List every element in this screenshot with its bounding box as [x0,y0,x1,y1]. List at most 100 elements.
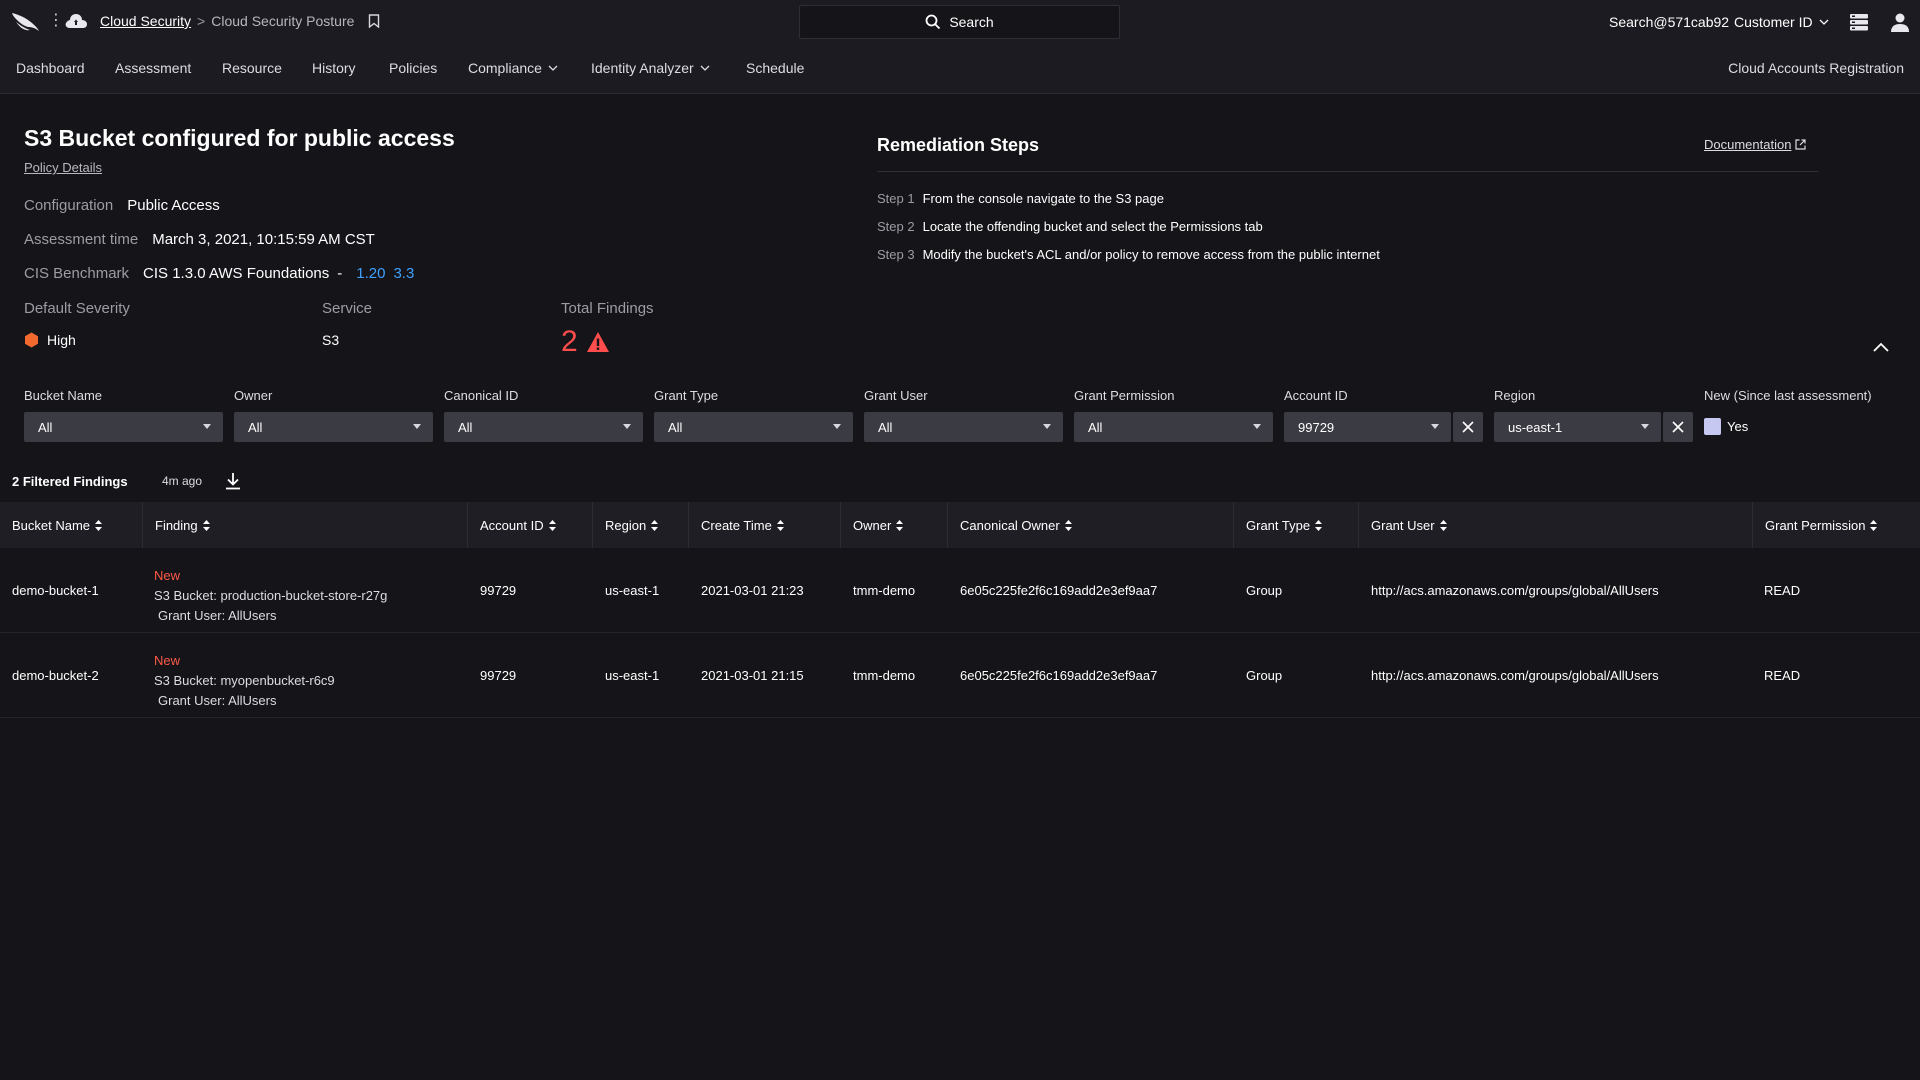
breadcrumb-cloud-security[interactable]: Cloud Security [100,13,191,29]
default-severity-label: Default Severity [24,300,130,317]
filter-label-owner: Owner [234,388,273,403]
top-bar: ⋮ Cloud Security > Cloud Security Postur… [0,0,1920,44]
main-nav: Dashboard Assessment Resource History Po… [0,44,1920,94]
cis-dash: - [337,265,343,282]
caret-down-icon [1641,424,1649,429]
filter-region[interactable]: us-east-1 [1494,412,1661,442]
chevron-down-icon [700,65,710,71]
filter-owner[interactable]: All [234,412,433,442]
cell-create-time: 2021-03-01 21:15 [701,668,804,683]
warning-triangle-icon [586,332,609,352]
clear-account-id-button[interactable] [1453,412,1483,442]
column-label: Region [605,517,647,533]
nav-cloud-accounts-registration[interactable]: Cloud Accounts Registration [1728,60,1904,76]
column-header-grant-type[interactable]: Grant Type [1233,502,1358,548]
cell-grant-type: Group [1246,583,1283,598]
cis-ref-link[interactable]: 1.20 [356,265,385,282]
kebab-menu-icon[interactable]: ⋮ [48,12,64,30]
cell-account-id: 99729 [480,583,517,598]
filter-grant-type[interactable]: All [654,412,853,442]
sort-icon [548,519,556,531]
column-header-bucket-name[interactable]: Bucket Name [0,502,142,548]
filter-bucket-name[interactable]: All [24,412,223,442]
nav-identity-analyzer[interactable]: Identity Analyzer [591,60,710,76]
cloud-icon[interactable] [64,10,88,32]
filter-grant-user[interactable]: All [864,412,1063,442]
cell-canonical-owner: 6e05c225fe2f6c169add2e3ef9aa7 [960,668,1158,683]
chevron-up-icon[interactable] [1871,338,1891,358]
cis-benchmark-value: CIS 1.3.0 AWS Foundations [143,265,330,282]
last-updated: 4m ago [162,474,203,488]
documentation-link[interactable]: Documentation [1704,137,1807,152]
column-label: Canonical Owner [960,517,1060,533]
clear-region-button[interactable] [1663,412,1693,442]
customer-id-dropdown[interactable]: Customer ID [1734,14,1829,30]
sort-icon [896,519,904,531]
cell-grant-user: http://acs.amazonaws.com/groups/global/A… [1371,583,1659,598]
sort-icon [776,519,784,531]
cell-grant-permission: READ [1764,583,1801,598]
column-header-region[interactable]: Region [592,502,688,548]
column-header-canonical-owner[interactable]: Canonical Owner [947,502,1233,548]
search-button[interactable]: Search [799,5,1120,39]
step-text: From the console navigate to the S3 page [922,191,1164,206]
nav-assessment[interactable]: Assessment [115,60,191,76]
caret-down-icon [623,424,631,429]
filter-label-grant-type: Grant Type [654,388,719,403]
breadcrumb-current: Cloud Security Posture [211,13,355,29]
finding-grant-user: Grant User: AllUsers [158,608,277,623]
nav-schedule[interactable]: Schedule [746,60,804,76]
column-header-owner[interactable]: Owner [840,502,947,548]
filter-canonical-id[interactable]: All [444,412,643,442]
cis-ref-link[interactable]: 3.3 [393,265,414,282]
column-header-account-id[interactable]: Account ID [467,502,592,548]
search-label: Search [949,14,994,30]
column-header-create-time[interactable]: Create Time [688,502,840,548]
new-badge: New [154,568,181,583]
nav-resource[interactable]: Resource [222,60,282,76]
user-icon[interactable] [1889,11,1911,33]
column-header-grant-permission[interactable]: Grant Permission [1752,502,1920,548]
step-number: Step 1 [877,191,915,206]
bookmark-icon[interactable] [368,14,380,28]
sort-icon [1870,519,1878,531]
finding-link[interactable]: S3 Bucket: myopenbucket-r6c9 [154,671,335,691]
documentation-label: Documentation [1704,137,1792,152]
remediation-divider [877,171,1818,172]
table-row[interactable]: demo-bucket-1 New S3 Bucket: production-… [0,548,1920,633]
download-icon[interactable] [223,471,243,491]
filter-label-canonical-id: Canonical ID [444,388,519,403]
configuration-value: Public Access [127,197,220,214]
remediation-title: Remediation Steps [877,135,1040,155]
finding-grant-user: Grant User: AllUsers [158,693,277,708]
cell-bucket-name: demo-bucket-2 [12,668,99,683]
column-header-grant-user[interactable]: Grant User [1358,502,1752,548]
page-title: S3 Bucket configured for public access [24,125,455,151]
nav-policies[interactable]: Policies [389,60,437,76]
policy-details-link[interactable]: Policy Details [24,160,102,175]
cell-owner: tmm-demo [853,583,916,598]
column-label: Finding [155,517,198,533]
cell-grant-user: http://acs.amazonaws.com/groups/global/A… [1371,668,1659,683]
new-checkbox[interactable] [1704,418,1721,435]
sort-icon [95,519,103,531]
filter-grant-permission[interactable]: All [1074,412,1273,442]
filter-account-id[interactable]: 99729 [1284,412,1451,442]
nav-dashboard[interactable]: Dashboard [16,60,85,76]
user-id[interactable]: Search@571cab92 [1609,14,1729,30]
filter-value: us-east-1 [1508,419,1563,435]
column-header-finding[interactable]: Finding [142,502,467,548]
cell-region: us-east-1 [605,583,660,598]
close-icon [1672,421,1684,433]
nav-compliance[interactable]: Compliance [468,60,558,76]
configuration-label: Configuration [24,197,114,214]
falcon-logo-icon[interactable] [10,9,40,35]
cell-grant-type: Group [1246,668,1283,683]
new-checkbox-label: Yes [1727,419,1749,434]
table-row[interactable]: demo-bucket-2 New S3 Bucket: myopenbucke… [0,633,1920,718]
nav-history[interactable]: History [312,60,356,76]
server-stack-icon[interactable] [1849,12,1869,32]
finding-link[interactable]: S3 Bucket: production-bucket-store-r27g [154,586,387,606]
new-since-last-filter: Yes [1704,418,1748,435]
new-badge: New [154,653,181,668]
